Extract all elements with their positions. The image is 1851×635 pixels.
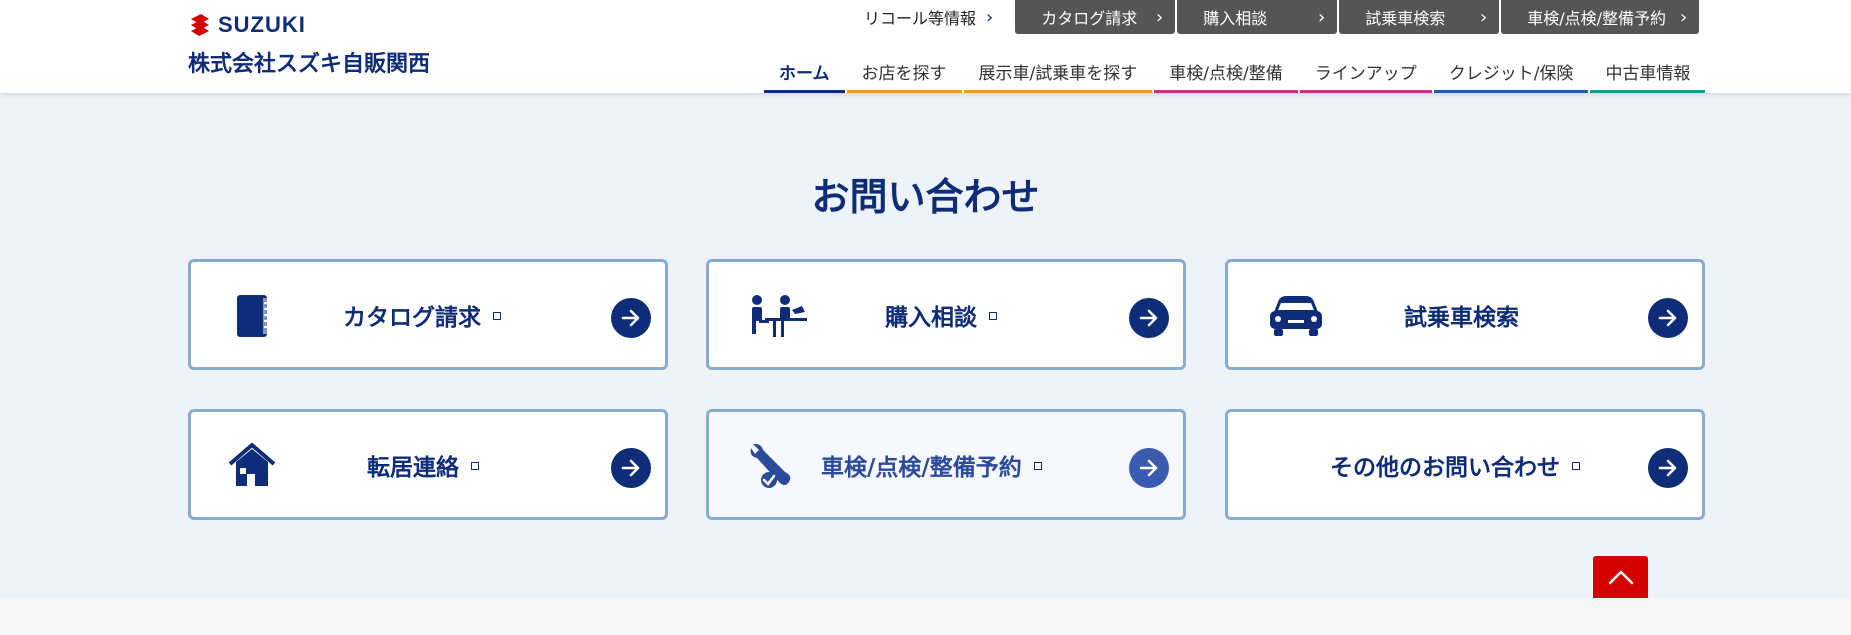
logo-text: SUZUKI xyxy=(218,12,306,37)
top-inspection-label: 車検/点検/整備予約 xyxy=(1527,9,1667,28)
card-label: 転居連絡 xyxy=(367,412,479,517)
recall-label: リコール等情報 xyxy=(864,9,977,28)
recall-link[interactable]: リコール等情報 › xyxy=(864,0,1013,34)
card-inspection-reservation[interactable]: 車検/点検/整備予約 xyxy=(706,409,1186,520)
arrow-right-circle-icon xyxy=(1129,298,1169,338)
top-catalog-button[interactable]: カタログ請求 › xyxy=(1015,0,1176,34)
car-icon xyxy=(1270,296,1322,336)
house-icon xyxy=(228,443,276,486)
chevron-right-icon: › xyxy=(1318,6,1326,28)
top-utility-bar: リコール等情報 › カタログ請求 › 購入相談 › 試乗車検索 › 車検/点検/… xyxy=(864,0,1700,34)
top-catalog-label: カタログ請求 xyxy=(1041,9,1138,28)
nav-find-store[interactable]: お店を探す xyxy=(846,55,962,93)
card-text: 購入相談 xyxy=(885,304,977,331)
external-window-icon xyxy=(493,311,501,320)
card-moving-notice[interactable]: 転居連絡 xyxy=(188,409,668,520)
card-text: その他のお問い合わせ xyxy=(1330,454,1560,481)
nav-inspection[interactable]: 車検/点検/整備 xyxy=(1154,55,1298,93)
card-label: 購入相談 xyxy=(885,262,997,367)
chevron-right-icon: › xyxy=(986,6,994,28)
catalog-book-icon xyxy=(237,295,267,337)
main-nav: ホーム お店を探す 展示車/試乗車を探す 車検/点検/整備 ラインアップ クレジ… xyxy=(764,55,1707,93)
nav-home[interactable]: ホーム xyxy=(764,55,845,93)
chevron-right-icon: › xyxy=(1480,6,1488,28)
arrow-right-circle-icon xyxy=(1648,298,1688,338)
nav-credit-insurance[interactable]: クレジット/保険 xyxy=(1433,55,1589,93)
arrow-right-circle-icon xyxy=(611,298,651,338)
arrow-right-circle-icon xyxy=(1129,448,1169,488)
external-window-icon xyxy=(1572,461,1580,470)
card-text: 試乗車検索 xyxy=(1404,304,1519,331)
suzuki-s-logo-icon xyxy=(191,14,209,36)
top-testdrive-label: 試乗車検索 xyxy=(1365,9,1446,28)
external-window-icon xyxy=(989,311,997,320)
section-title: お問い合わせ xyxy=(811,175,1040,219)
site-header: SUZUKI 株式会社スズキ自販関西 リコール等情報 › カタログ請求 › 購入… xyxy=(0,0,1851,93)
card-testdrive-search[interactable]: 試乗車検索 xyxy=(1225,259,1705,370)
suzuki-logo[interactable]: SUZUKI xyxy=(188,12,306,38)
card-text: カタログ請求 xyxy=(343,304,481,331)
page-top-button[interactable] xyxy=(1593,556,1648,598)
consultation-people-icon xyxy=(752,295,807,337)
arrow-right-circle-icon xyxy=(611,448,651,488)
card-text: 転居連絡 xyxy=(367,454,459,481)
contact-section: お問い合わせ カタログ請求 購入相談 試乗車検索 転居連絡 車検/点検/整備予約… xyxy=(0,93,1851,598)
card-label: カタログ請求 xyxy=(343,262,501,367)
arrow-right-circle-icon xyxy=(1648,448,1688,488)
chevron-right-icon: › xyxy=(1156,6,1164,28)
top-purchase-label: 購入相談 xyxy=(1203,9,1268,28)
external-window-icon xyxy=(1033,461,1042,470)
card-label: 試乗車検索 xyxy=(1404,262,1519,367)
card-catalog-request[interactable]: カタログ請求 xyxy=(188,259,668,370)
nav-showroom-cars[interactable]: 展示車/試乗車を探す xyxy=(963,55,1153,93)
chevron-right-icon: › xyxy=(1680,6,1688,28)
card-label: 車検/点検/整備予約 xyxy=(821,412,1042,517)
external-window-icon xyxy=(471,461,479,470)
card-text: 車検/点検/整備予約 xyxy=(821,454,1022,481)
card-label: その他のお問い合わせ xyxy=(1330,412,1580,517)
wrench-check-icon xyxy=(750,443,791,488)
top-inspection-button[interactable]: 車検/点検/整備予約 › xyxy=(1501,0,1700,34)
top-purchase-button[interactable]: 購入相談 › xyxy=(1177,0,1338,34)
chevron-up-icon xyxy=(1608,570,1633,585)
card-purchase-consultation[interactable]: 購入相談 xyxy=(706,259,1186,370)
top-testdrive-button[interactable]: 試乗車検索 › xyxy=(1339,0,1500,34)
company-name[interactable]: 株式会社スズキ自販関西 xyxy=(188,46,430,78)
nav-lineup[interactable]: ラインアップ xyxy=(1299,55,1432,93)
nav-used-cars[interactable]: 中古車情報 xyxy=(1590,55,1706,93)
card-other-inquiries[interactable]: その他のお問い合わせ xyxy=(1225,409,1705,520)
